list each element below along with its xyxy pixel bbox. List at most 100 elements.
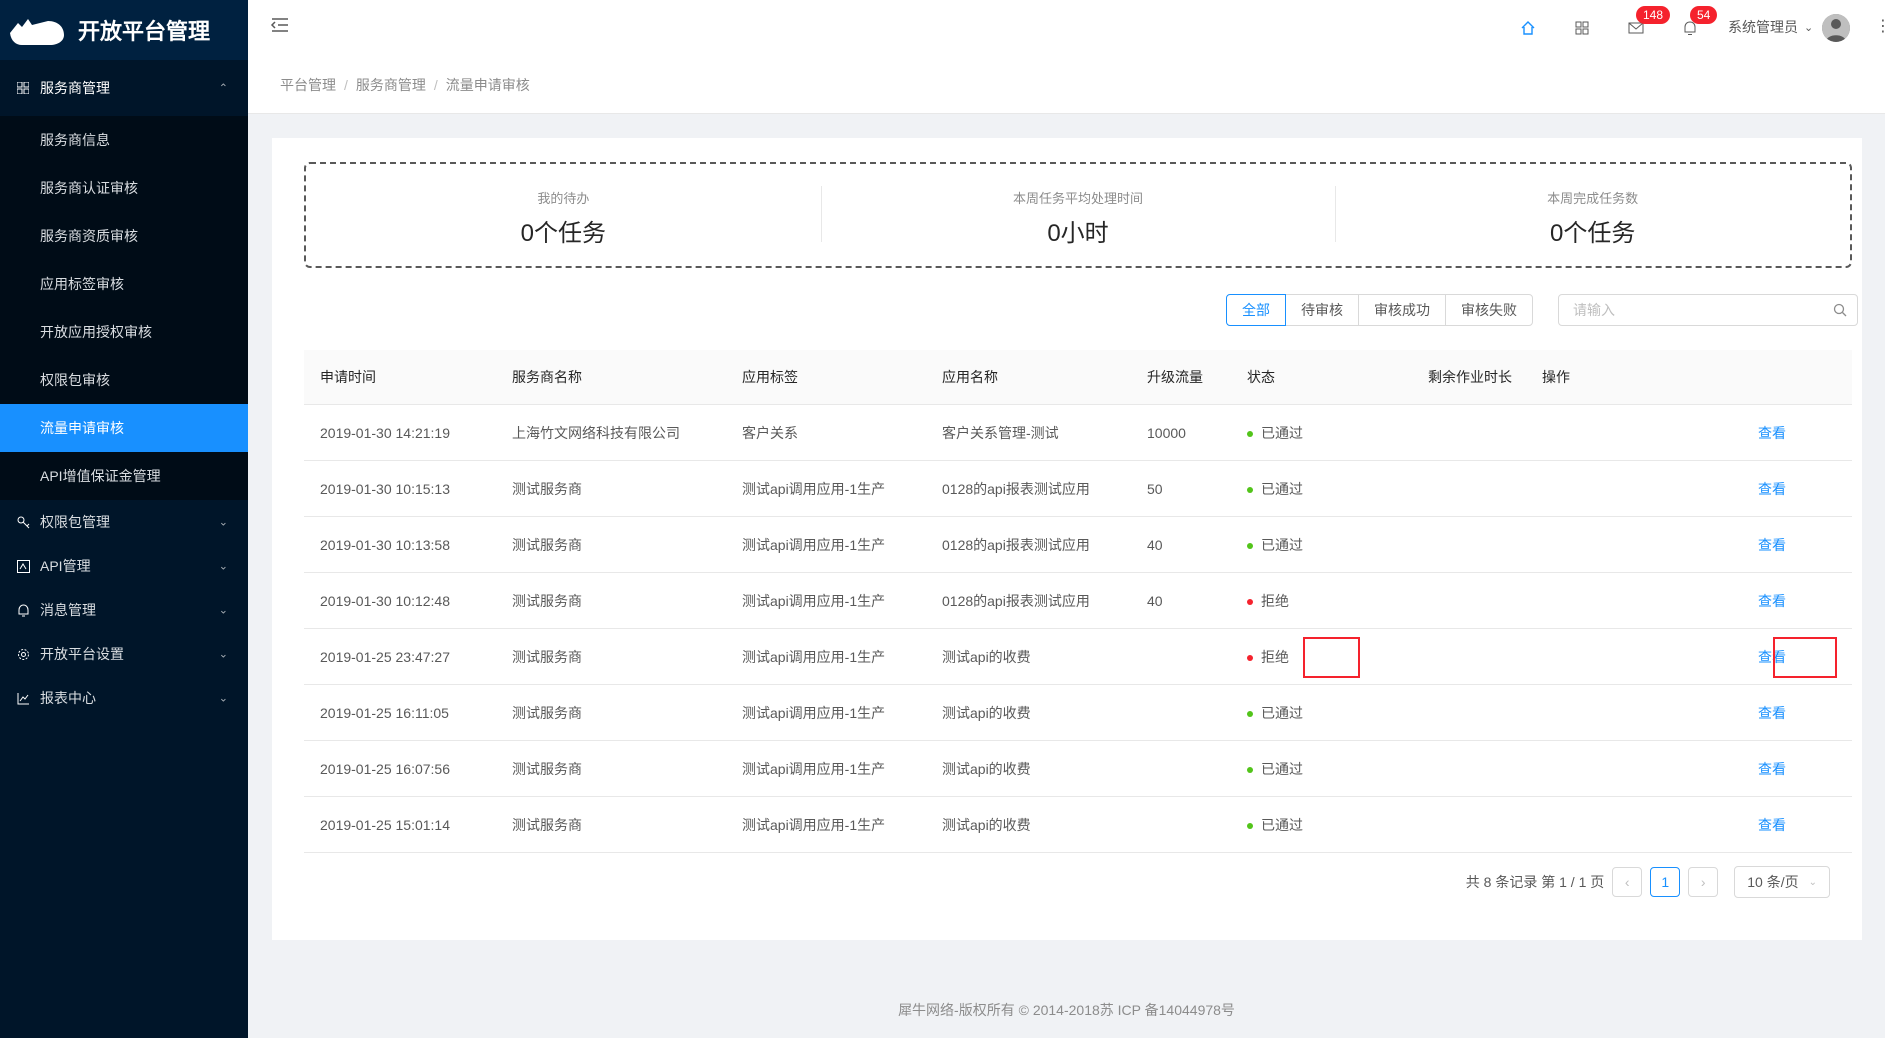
column-header-action: 操作 (1526, 350, 1852, 405)
cell-time: 2019-01-30 10:15:13 (304, 460, 496, 517)
page-size-select[interactable]: 10 条/页 ⌄ (1734, 866, 1830, 898)
table-body: 2019-01-30 14:21:19 上海竹文网络科技有限公司 客户关系 客户关系管… (304, 404, 1852, 853)
stat-value: 0个任务 (520, 220, 607, 247)
footer-copyright: 犀牛网络-版权所有 © 2014-2018苏 ICP 备14044978号 (898, 1002, 1235, 1018)
table-row[interactable]: 2019-01-30 14:21:19 上海竹文网络科技有限公司 客户关系 客户关系管… (304, 404, 1852, 461)
stat-my-todo: 我的待办 0个任务 (306, 164, 821, 266)
app-grid-icon (16, 81, 30, 95)
search-input[interactable] (1571, 295, 1825, 325)
menu-group-platform-settings[interactable]: 开放平台设置 ⌄ (0, 632, 248, 676)
cell-flow (1131, 740, 1231, 797)
table-row[interactable]: 2019-01-25 15:01:14 测试服务商 测试api调用应用-1生产 测试a… (304, 796, 1852, 853)
stat-value: 0个任务 (1550, 220, 1636, 247)
cell-status: 已通过 (1231, 684, 1411, 741)
breadcrumb-item-platform[interactable]: 平台管理 (280, 75, 336, 95)
home-icon[interactable] (1518, 18, 1538, 38)
page-number-button[interactable]: 1 (1650, 867, 1681, 897)
status-dot-icon (1247, 486, 1253, 493)
status-dot-icon (1247, 766, 1253, 773)
filter-all[interactable]: 全部 (1226, 294, 1286, 326)
table-row[interactable]: 2019-01-30 10:13:58 测试服务商 测试api调用应用-1生产 012… (304, 516, 1852, 573)
app-grid-icon[interactable] (1572, 18, 1592, 38)
prev-page-button[interactable]: ‹ (1612, 867, 1643, 897)
more-vertical-icon[interactable]: ⋮ (1875, 16, 1885, 36)
user-menu[interactable]: 系统管理员 ⌄ (1728, 17, 1813, 37)
sidebar-item-api-deposit[interactable]: API增值保证金管理 (0, 452, 248, 500)
cell-tag: 测试api调用应用-1生产 (726, 796, 926, 853)
menu-group-permission-packages[interactable]: 权限包管理 ⌄ (0, 500, 248, 544)
filter-pending[interactable]: 待审核 (1285, 294, 1359, 326)
breadcrumb-item-provider[interactable]: 服务商管理 (356, 75, 426, 95)
filter-approved[interactable]: 审核成功 (1358, 294, 1446, 326)
view-link[interactable]: 查看 (1758, 649, 1786, 665)
cell-remain (1411, 404, 1526, 461)
view-link[interactable]: 查看 (1758, 593, 1786, 609)
filter-rejected[interactable]: 审核失败 (1445, 294, 1533, 326)
status-filter-group: 全部 待审核 审核成功 审核失败 (1226, 294, 1533, 326)
sidebar-item-traffic-review[interactable]: 流量申请审核 (0, 404, 248, 452)
gear-icon (16, 647, 30, 661)
cell-provider: 测试服务商 (496, 796, 726, 853)
cell-remain (1411, 572, 1526, 629)
table-row[interactable]: 2019-01-25 16:11:05 测试服务商 测试api调用应用-1生产 测试a… (304, 684, 1852, 741)
sidebar-item-provider-cert-review[interactable]: 服务商认证审核 (0, 164, 248, 212)
view-link[interactable]: 查看 (1758, 537, 1786, 553)
menu-group-message-mgmt[interactable]: 消息管理 ⌄ (0, 588, 248, 632)
menu-group-api-mgmt[interactable]: API管理 ⌄ (0, 544, 248, 588)
cell-provider: 测试服务商 (496, 572, 726, 629)
bell-icon (16, 603, 30, 617)
table-row[interactable]: 2019-01-25 23:47:27 测试服务商 测试api调用应用-1生产 测试a… (304, 628, 1852, 685)
cell-tag: 测试api调用应用-1生产 (726, 740, 926, 797)
sidebar-item-provider-info[interactable]: 服务商信息 (0, 116, 248, 164)
column-header-provider: 服务商名称 (496, 350, 726, 405)
mail-icon[interactable]: 148 (1626, 6, 1671, 38)
cell-status: 已通过 (1231, 740, 1411, 797)
stat-label: 我的待办 (537, 191, 590, 206)
cell-remain (1411, 796, 1526, 853)
view-link[interactable]: 查看 (1758, 425, 1786, 441)
stat-avg-time: 本周任务平均处理时间 0小时 (820, 164, 1336, 266)
view-link[interactable]: 查看 (1758, 761, 1786, 777)
avatar[interactable] (1822, 14, 1850, 42)
cell-app: 测试api的收费 (926, 796, 1131, 853)
view-link[interactable]: 查看 (1758, 705, 1786, 721)
breadcrumb-separator: / (344, 76, 348, 93)
sidebar-item-app-auth-review[interactable]: 开放应用授权审核 (0, 308, 248, 356)
next-page-button[interactable]: › (1688, 867, 1719, 897)
cell-flow: 40 (1131, 572, 1231, 629)
cell-status: 已通过 (1231, 404, 1411, 461)
cell-provider: 测试服务商 (496, 740, 726, 797)
cell-action: 查看 (1526, 684, 1852, 741)
menu-group-report-center[interactable]: 报表中心 ⌄ (0, 676, 248, 720)
status-text: 已通过 (1261, 424, 1303, 441)
menu-fold-icon[interactable] (270, 16, 292, 38)
sidebar-item-permission-package-review[interactable]: 权限包审核 (0, 356, 248, 404)
cell-tag: 测试api调用应用-1生产 (726, 516, 926, 573)
stat-completed: 本周完成任务数 0个任务 (1335, 164, 1850, 266)
table-row[interactable]: 2019-01-30 10:12:48 测试服务商 测试api调用应用-1生产 012… (304, 572, 1852, 629)
status-text: 拒绝 (1261, 592, 1289, 609)
menu-group-label: 报表中心 (40, 690, 96, 706)
bell-icon[interactable]: 54 (1680, 6, 1718, 38)
status-dot-icon (1247, 542, 1253, 549)
table-row[interactable]: 2019-01-30 10:15:13 测试服务商 测试api调用应用-1生产 012… (304, 460, 1852, 517)
rhino-logo-icon (10, 19, 64, 45)
sidebar-item-provider-qualification-review[interactable]: 服务商资质审核 (0, 212, 248, 260)
table-row[interactable]: 2019-01-25 16:07:56 测试服务商 测试api调用应用-1生产 测试a… (304, 740, 1852, 797)
content-card: 我的待办 0个任务 本周任务平均处理时间 0小时 本周完成任务数 0个任务 全部… (272, 138, 1862, 940)
cell-status: 已通过 (1231, 796, 1411, 853)
cell-flow (1131, 628, 1231, 685)
status-text: 已通过 (1261, 704, 1303, 721)
view-link[interactable]: 查看 (1758, 817, 1786, 833)
view-link[interactable]: 查看 (1758, 481, 1786, 497)
logo[interactable]: 开放平台管理 (0, 0, 248, 60)
cell-remain (1411, 684, 1526, 741)
sidebar-item-app-tag-review[interactable]: 应用标签审核 (0, 260, 248, 308)
cell-action: 查看 (1526, 796, 1852, 853)
status-text: 已通过 (1261, 760, 1303, 777)
cell-action: 查看 (1526, 404, 1852, 461)
search-icon[interactable] (1833, 303, 1847, 317)
pagination: 共 8 条记录 第 1 / 1 页 ‹ 1 › 10 条/页 ⌄ (1466, 866, 1830, 898)
menu-group-provider-mgmt[interactable]: 服务商管理 ⌃ (0, 60, 248, 116)
sidebar: 开放平台管理 服务商管理 ⌃ 服务商信息 服务商认证审核 服务商资质审核 应用标… (0, 0, 248, 1038)
